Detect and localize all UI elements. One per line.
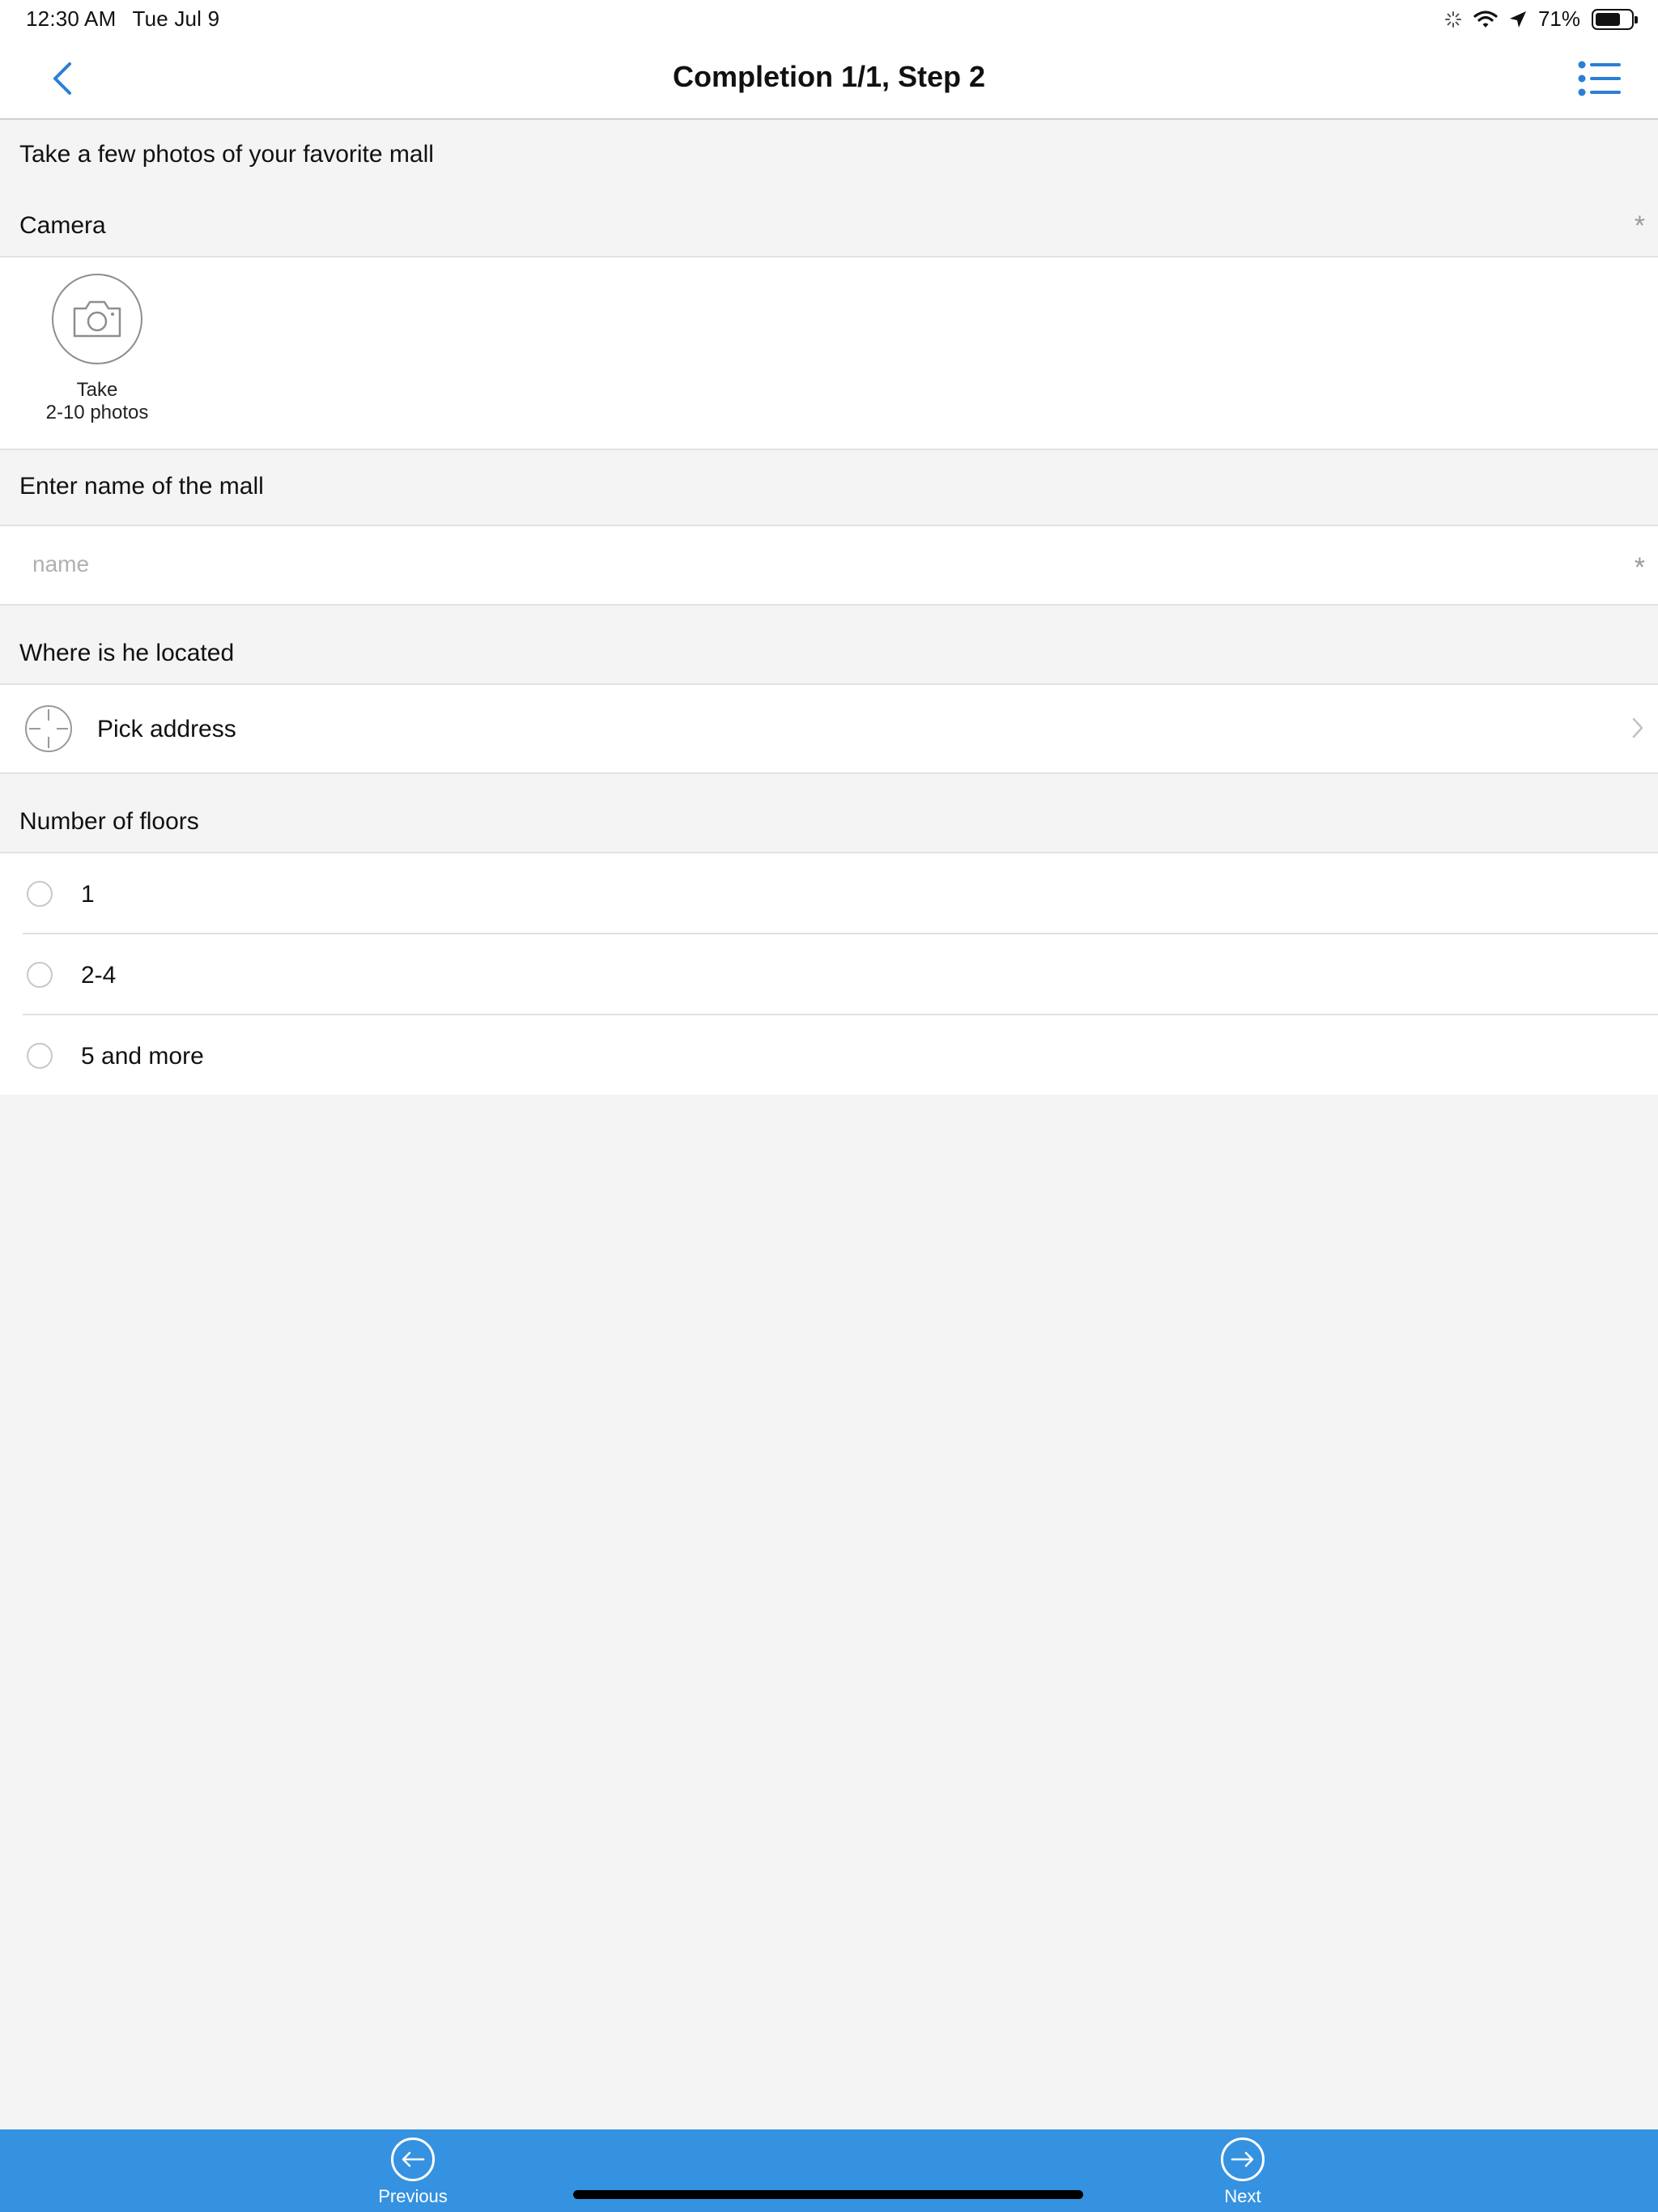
bottom-toolbar: Previous Next (0, 2129, 1658, 2212)
list-icon (1578, 61, 1621, 96)
floors-section: Number of floors (0, 774, 1658, 852)
floors-options: 1 2-4 5 and more (0, 852, 1658, 1095)
location-header: Where is he located (19, 640, 235, 666)
photo-caption-line2: 2-10 photos (45, 402, 149, 423)
floors-option-2-4[interactable]: 2-4 (0, 934, 1658, 1015)
floors-option-5-plus[interactable]: 5 and more (0, 1015, 1658, 1095)
pick-address-row[interactable]: Pick address (0, 683, 1658, 774)
home-indicator (573, 2190, 1083, 2199)
camera-icon (73, 300, 121, 338)
status-date: Tue Jul 9 (132, 6, 220, 31)
pick-address-label: Pick address (97, 716, 236, 742)
previous-label: Previous (378, 2186, 448, 2206)
mall-name-row: * (0, 525, 1658, 606)
mall-name-input[interactable] (32, 541, 1571, 588)
status-left: 12:30 AM Tue Jul 9 (26, 6, 219, 32)
status-right: 71% (1444, 6, 1638, 32)
intro-section: Take a few photos of your favorite mall … (0, 121, 1658, 256)
floors-header: Number of floors (19, 808, 199, 835)
take-photo-button[interactable] (52, 274, 142, 364)
mall-name-section: Enter name of the mall (0, 450, 1658, 525)
next-button[interactable]: Next (1186, 2138, 1299, 2207)
camera-row: Take 2-10 photos (0, 256, 1658, 450)
intro-text: Take a few photos of your favorite mall (19, 141, 434, 168)
radio-button[interactable] (27, 1043, 53, 1069)
required-mark: * (1634, 211, 1645, 241)
arrow-right-icon (1221, 2138, 1265, 2181)
wifi-icon (1473, 10, 1498, 28)
previous-button[interactable]: Previous (356, 2138, 470, 2207)
photo-caption-line1: Take (76, 379, 118, 401)
crosshair-icon (25, 705, 72, 752)
battery-icon (1592, 8, 1638, 30)
next-label: Next (1224, 2186, 1261, 2206)
status-time: 12:30 AM (26, 6, 117, 31)
chevron-right-icon (1632, 717, 1643, 738)
required-mark: * (1634, 552, 1645, 583)
page-title: Completion 1/1, Step 2 (672, 60, 986, 93)
radio-button[interactable] (27, 881, 53, 907)
photo-caption: Take 2-10 photos (16, 379, 178, 424)
navigation-bar: Completion 1/1, Step 2 (0, 37, 1658, 120)
activity-spinner-icon (1444, 11, 1461, 28)
status-bar: 12:30 AM Tue Jul 9 71% (0, 0, 1658, 37)
location-section: Where is he located (0, 606, 1658, 683)
radio-button[interactable] (27, 962, 53, 988)
camera-header: Camera (19, 212, 106, 239)
floors-option-1[interactable]: 1 (0, 853, 1658, 934)
floors-option-label: 5 and more (81, 1043, 204, 1070)
battery-percent: 71% (1537, 6, 1580, 31)
mall-name-header: Enter name of the mall (19, 473, 264, 500)
floors-option-label: 2-4 (81, 962, 117, 989)
steps-menu-button[interactable] (1577, 58, 1622, 99)
floors-option-label: 1 (81, 881, 95, 908)
battery-fill (1596, 12, 1620, 26)
arrow-left-icon (391, 2138, 435, 2181)
location-arrow-icon (1509, 11, 1526, 28)
